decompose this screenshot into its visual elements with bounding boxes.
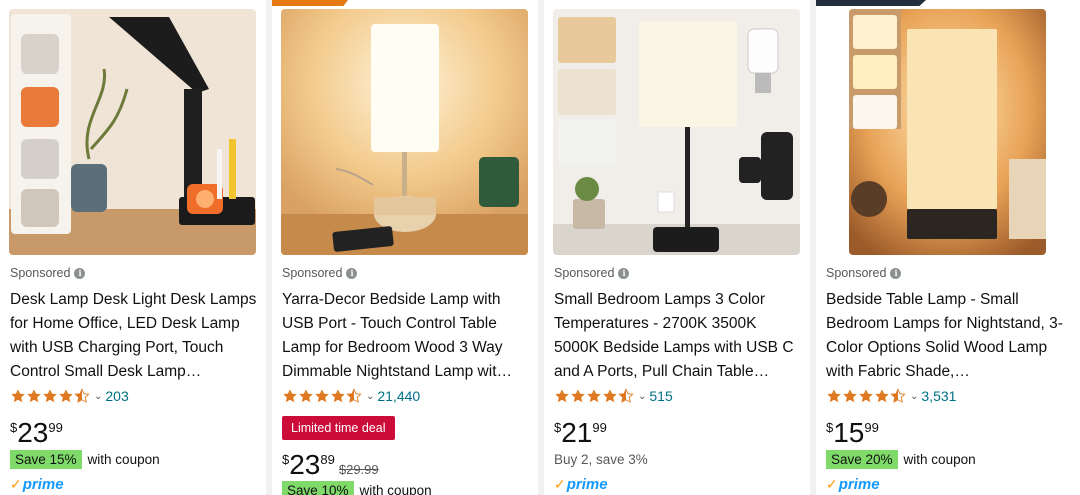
product-card-4[interactable]: Sponsored i Bedside Table Lamp - Small B… (816, 0, 1080, 495)
star-rating[interactable] (554, 388, 634, 404)
price[interactable]: $ 23 99 (10, 418, 63, 448)
rating[interactable]: ⌄ 21,440 (282, 387, 420, 405)
badge-ribbon (272, 0, 348, 6)
product-card-2[interactable]: Sponsored i Yarra-Decor Bedside Lamp wit… (272, 0, 545, 495)
star-icon (603, 389, 617, 403)
sponsored-text: Sponsored (554, 266, 615, 280)
product-card-1[interactable]: Sponsored i Desk Lamp Desk Light Desk La… (0, 0, 273, 495)
product-card-3[interactable]: Sponsored i Small Bedroom Lamps 3 Color … (544, 0, 817, 495)
review-count[interactable]: 21,440 (377, 388, 420, 404)
info-icon[interactable]: i (346, 267, 358, 279)
star-icon (27, 389, 41, 403)
prime-text: prime (566, 476, 608, 493)
coupon-text: with coupon (903, 452, 976, 467)
chevron-down-icon[interactable]: ⌄ (910, 391, 918, 402)
chevron-down-icon[interactable]: ⌄ (638, 391, 646, 402)
price-whole: 23 (289, 449, 321, 480)
sponsored-label: Sponsored i (10, 266, 86, 280)
coupon-text: with coupon (87, 452, 160, 467)
coupon-badge: Save 10% (282, 481, 354, 495)
star-half-icon (346, 388, 362, 403)
star-icon (59, 389, 73, 403)
prime-text: prime (838, 476, 880, 493)
sponsored-label: Sponsored i (282, 266, 358, 280)
price[interactable]: $ 15 99 (826, 418, 879, 448)
review-count[interactable]: 203 (105, 388, 128, 404)
star-icon (315, 389, 329, 403)
price[interactable]: $ 21 99 (554, 418, 607, 448)
product-title[interactable]: Yarra-Decor Bedside Lamp with USB Port -… (282, 288, 532, 384)
sponsored-text: Sponsored (10, 266, 71, 280)
star-icon (571, 389, 585, 403)
product-title[interactable]: Bedside Table Lamp - Small Bedroom Lamps… (826, 288, 1076, 384)
prime-check-icon: ✓ (10, 476, 22, 492)
review-count[interactable]: 3,531 (921, 388, 956, 404)
product-image[interactable] (9, 9, 256, 255)
product-image[interactable] (849, 9, 1046, 255)
price[interactable]: $ 23 89 $29.99 (282, 450, 379, 480)
star-rating[interactable] (826, 388, 906, 404)
star-icon (875, 389, 889, 403)
product-image[interactable] (281, 9, 528, 255)
prime-badge: ✓ prime (554, 476, 608, 493)
sponsored-label: Sponsored i (826, 266, 902, 280)
product-title[interactable]: Desk Lamp Desk Light Desk Lamps for Home… (10, 288, 260, 384)
star-half-icon (890, 388, 906, 403)
star-rating[interactable] (282, 388, 362, 404)
star-half-icon (618, 388, 634, 403)
product-title[interactable]: Small Bedroom Lamps 3 Color Temperatures… (554, 288, 804, 384)
coupon-text: with coupon (359, 483, 432, 495)
sponsored-text: Sponsored (826, 266, 887, 280)
price-whole: 15 (833, 417, 865, 448)
price-fraction: 99 (48, 420, 63, 435)
sponsored-text: Sponsored (282, 266, 343, 280)
coupon: Save 10% with coupon (282, 481, 432, 495)
prime-badge: ✓ prime (10, 476, 64, 493)
star-icon (827, 389, 841, 403)
info-icon[interactable]: i (74, 267, 86, 279)
coupon: Save 15% with coupon (10, 450, 160, 469)
star-icon (43, 389, 57, 403)
star-icon (11, 389, 25, 403)
rating[interactable]: ⌄ 3,531 (826, 387, 956, 405)
info-icon[interactable]: i (618, 267, 630, 279)
star-half-icon (74, 388, 90, 403)
coupon-badge: Save 20% (826, 450, 898, 469)
review-count[interactable]: 515 (649, 388, 672, 404)
price-symbol: $ (826, 420, 834, 435)
product-image[interactable] (553, 9, 800, 255)
star-icon (587, 389, 601, 403)
price-whole: 21 (561, 417, 593, 448)
star-icon (331, 389, 345, 403)
chevron-down-icon[interactable]: ⌄ (94, 391, 102, 402)
coupon: Save 20% with coupon (826, 450, 976, 469)
prime-check-icon: ✓ (554, 476, 566, 492)
star-icon (283, 389, 297, 403)
chevron-down-icon[interactable]: ⌄ (366, 391, 374, 402)
info-icon[interactable]: i (890, 267, 902, 279)
price-whole: 23 (17, 417, 49, 448)
sponsored-label: Sponsored i (554, 266, 630, 280)
price-symbol: $ (282, 452, 290, 467)
star-icon (843, 389, 857, 403)
rating[interactable]: ⌄ 203 (10, 387, 129, 405)
coupon-badge: Save 15% (10, 450, 82, 469)
star-icon (299, 389, 313, 403)
multi-buy-offer: Buy 2, save 3% (554, 452, 648, 467)
price-symbol: $ (554, 420, 562, 435)
star-icon (555, 389, 569, 403)
star-icon (859, 389, 873, 403)
price-fraction: 99 (864, 420, 879, 435)
prime-badge: ✓ prime (826, 476, 880, 493)
prime-text: prime (22, 476, 64, 493)
list-price: $29.99 (338, 462, 379, 477)
rating[interactable]: ⌄ 515 (554, 387, 673, 405)
price-fraction: 99 (592, 420, 607, 435)
star-rating[interactable] (10, 388, 90, 404)
price-symbol: $ (10, 420, 18, 435)
price-fraction: 89 (320, 452, 335, 467)
badge-ribbon (816, 0, 926, 6)
deal-badge: Limited time deal (282, 416, 395, 440)
prime-check-icon: ✓ (826, 476, 838, 492)
